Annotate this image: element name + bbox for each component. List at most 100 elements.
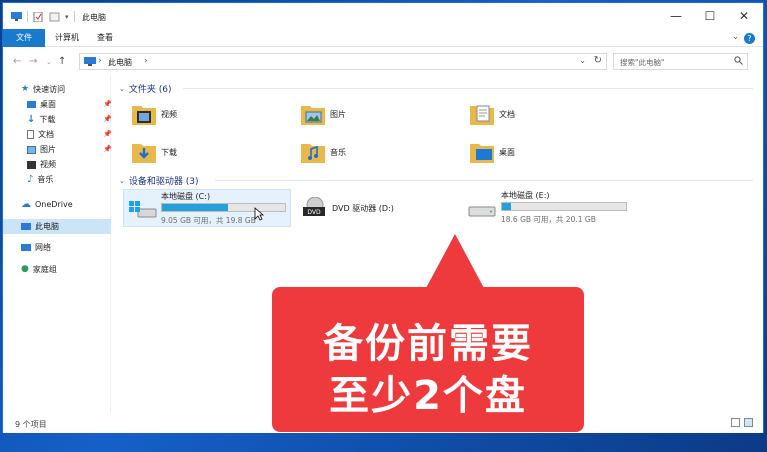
sidebar-item-label: 网络 <box>35 243 51 252</box>
forward-arrow-icon[interactable]: → <box>29 56 37 67</box>
sidebar-item-label: 音乐 <box>37 175 54 184</box>
customize-toolbar-icon[interactable]: ▾ <box>65 13 69 21</box>
details-view-icon[interactable] <box>731 418 740 427</box>
network-icon <box>21 244 31 251</box>
sidebar-item-network[interactable]: 网络 <box>21 240 51 255</box>
collapse-chevron-icon[interactable]: ⌄ <box>119 177 125 185</box>
drive-d[interactable]: DVD DVD 驱动器 (D:) <box>299 189 449 227</box>
folder-music[interactable]: 音乐 <box>300 140 346 164</box>
refresh-icon[interactable]: ↻ <box>594 55 602 66</box>
drive-free-space: 18.6 GB 可用，共 20.1 GB <box>501 215 596 224</box>
drive-label: 本地磁盘 (E:) <box>501 191 550 200</box>
music-icon: ♪ <box>27 174 34 185</box>
collapse-chevron-icon[interactable]: ⌄ <box>119 85 125 93</box>
hard-drive-icon <box>468 206 496 217</box>
toolbar-divider <box>27 11 28 22</box>
desktop-icon <box>27 101 36 108</box>
up-arrow-icon[interactable]: ↑ <box>58 56 66 67</box>
sidebar-item-label: 快速访问 <box>33 85 66 94</box>
large-icons-view-icon[interactable] <box>744 418 753 427</box>
download-icon: ↓ <box>27 114 36 125</box>
drive-e[interactable]: 本地磁盘 (E:) 18.6 GB 可用，共 20.1 GB <box>467 189 635 227</box>
tab-file[interactable]: 文件 <box>3 29 45 47</box>
item-count: 9 个项目 <box>15 420 47 429</box>
tab-computer[interactable]: 计算机 <box>45 29 89 47</box>
download-folder-icon <box>132 144 156 163</box>
address-bar[interactable]: › 此电脑 › ⌄ ↻ <box>79 53 607 70</box>
drive-c[interactable]: 本地磁盘 (C:) 9.05 GB 可用，共 19.8 GB <box>123 189 291 227</box>
drive-usage-fill <box>162 204 229 211</box>
sidebar-item-label: OneDrive <box>35 200 73 209</box>
sidebar-item-documents[interactable]: 文档 📌 <box>27 127 113 142</box>
sidebar-item-videos[interactable]: 视频 <box>27 157 56 172</box>
drive-usage-bar <box>501 202 627 211</box>
folders-group-header[interactable]: ⌄ 文件夹 (6) <box>119 82 172 96</box>
sidebar-item-desktop[interactable]: 桌面 📌 <box>27 97 113 112</box>
folder-label: 下载 <box>161 147 177 157</box>
sidebar-item-pictures[interactable]: 图片 📌 <box>27 142 113 157</box>
sidebar-item-this-pc[interactable]: 此电脑 <box>3 219 111 234</box>
annotation-callout: 备份前需要 至少2个盘 <box>272 287 584 432</box>
search-box[interactable]: 搜索"此电脑" <box>613 53 748 70</box>
breadcrumb-chevron-icon[interactable]: › <box>144 56 148 66</box>
computer-icon <box>21 223 31 230</box>
cloud-icon: ☁ <box>21 199 31 210</box>
folder-documents[interactable]: 文档 <box>469 102 515 126</box>
search-placeholder: 搜索"此电脑" <box>620 58 665 67</box>
folder-pictures[interactable]: 图片 <box>300 102 346 126</box>
pin-icon[interactable]: 📌 <box>103 97 112 112</box>
folder-videos[interactable]: 视频 <box>131 102 177 126</box>
video-folder-icon <box>132 106 156 125</box>
properties-icon[interactable] <box>33 11 44 22</box>
sidebar-item-onedrive[interactable]: ☁ OneDrive <box>21 197 73 212</box>
navigation-bar: ← → ⌄ ↑ › 此电脑 › ⌄ ↻ 搜索"此电脑" <box>3 47 763 75</box>
folder-label: 桌面 <box>499 147 515 157</box>
sidebar-item-homegroup[interactable]: ● 家庭组 <box>21 262 57 277</box>
sidebar-item-music[interactable]: ♪ 音乐 <box>27 172 53 187</box>
tab-view[interactable]: 查看 <box>87 29 123 47</box>
new-folder-icon[interactable] <box>49 12 60 22</box>
devices-group-header[interactable]: ⌄ 设备和驱动器 (3) <box>119 174 199 188</box>
expand-ribbon-icon[interactable]: ⌄ <box>732 32 739 41</box>
sidebar-item-downloads[interactable]: ↓ 下载 📌 <box>27 112 113 127</box>
windows-drive-icon <box>129 201 157 218</box>
svg-text:DVD: DVD <box>307 209 321 216</box>
view-switcher <box>731 418 753 427</box>
computer-icon <box>84 57 96 66</box>
folder-label: 视频 <box>161 109 177 119</box>
pin-icon[interactable]: 📌 <box>103 127 112 142</box>
sidebar-item-label: 文档 <box>38 130 54 139</box>
sidebar-item-label: 图片 <box>40 145 56 154</box>
music-folder-icon <box>301 144 325 163</box>
homegroup-icon: ● <box>21 264 29 274</box>
sidebar-item-label: 下载 <box>39 115 56 124</box>
group-divider <box>183 88 753 89</box>
title-bar: ▾ 此电脑 — ☐ ✕ <box>3 3 763 29</box>
document-icon <box>27 130 34 139</box>
computer-icon[interactable] <box>11 11 22 22</box>
drive-label: DVD 驱动器 (D:) <box>332 204 394 213</box>
pin-icon[interactable]: 📌 <box>103 112 112 127</box>
sidebar-item-label: 桌面 <box>40 100 56 109</box>
sidebar-item-label: 此电脑 <box>35 222 59 231</box>
maximize-button[interactable]: ☐ <box>693 3 727 29</box>
drive-usage-bar <box>161 203 286 212</box>
folder-desktop[interactable]: 桌面 <box>469 140 515 164</box>
pin-icon[interactable]: 📌 <box>103 142 112 157</box>
breadcrumb-item[interactable]: 此电脑 <box>108 57 132 68</box>
star-icon: ★ <box>21 84 30 94</box>
address-dropdown-icon[interactable]: ⌄ <box>579 56 586 65</box>
close-button[interactable]: ✕ <box>727 3 761 29</box>
breadcrumb-chevron-icon[interactable]: › <box>98 56 102 66</box>
video-icon <box>27 160 36 169</box>
picture-icon <box>27 145 36 154</box>
search-icon <box>734 56 743 65</box>
back-arrow-icon[interactable]: ← <box>13 56 21 67</box>
help-button[interactable]: ? <box>744 33 755 44</box>
recent-locations-icon[interactable]: ⌄ <box>46 58 52 66</box>
minimize-button[interactable]: — <box>659 3 693 29</box>
sidebar-item-quick-access[interactable]: ★ 快速访问 <box>21 82 65 97</box>
callout-line-1: 备份前需要 <box>323 321 533 367</box>
folder-downloads[interactable]: 下载 <box>131 140 177 164</box>
quick-access-toolbar: ▾ <box>11 11 75 22</box>
